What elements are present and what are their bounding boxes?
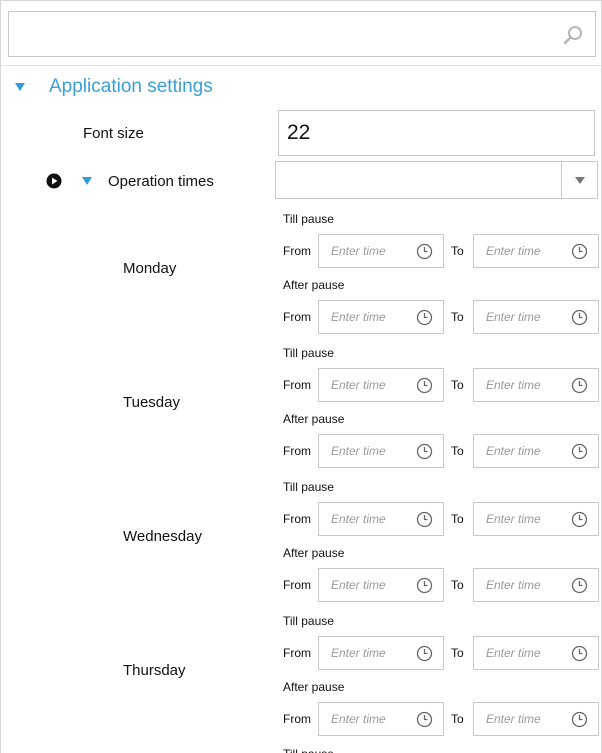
to-label: To [451,712,464,726]
clock-icon[interactable] [416,443,433,460]
operation-times-row: Operation times [46,169,214,193]
from-label: From [283,712,311,726]
till-pause-label: Till pause [283,346,334,360]
till-pause-label: Till pause [283,614,334,628]
time-placeholder: Enter time [331,646,386,660]
clock-icon[interactable] [416,511,433,528]
time-placeholder: Enter time [486,244,541,258]
from-label: From [283,310,311,324]
to-label: To [451,310,464,324]
clock-icon[interactable] [571,443,588,460]
time-input-tuesday-till-to[interactable]: Enter time [473,368,599,402]
time-placeholder: Enter time [331,712,386,726]
from-label: From [283,244,311,258]
till-pause-label: Till pause [283,212,334,226]
clock-icon[interactable] [416,309,433,326]
time-placeholder: Enter time [486,444,541,458]
font-size-input[interactable]: 22 [278,110,595,156]
clock-icon[interactable] [571,711,588,728]
till-pause-label: Till pause [283,747,334,753]
till-pause-label: Till pause [283,480,334,494]
time-input-thursday-after-from[interactable]: Enter time [318,702,444,736]
clock-icon[interactable] [416,243,433,260]
clock-icon[interactable] [571,377,588,394]
time-input-thursday-till-from[interactable]: Enter time [318,636,444,670]
settings-panel: Application settings Font size 22 Operat… [0,0,602,753]
after-pause-label: After pause [283,412,345,426]
from-label: From [283,444,311,458]
time-placeholder: Enter time [331,444,386,458]
time-input-thursday-after-to[interactable]: Enter time [473,702,599,736]
divider [1,65,601,66]
after-pause-label: After pause [283,546,345,560]
clock-icon[interactable] [416,645,433,662]
day-label-tuesday: Tuesday [123,394,180,411]
dropdown-arrow[interactable] [561,162,597,198]
chevron-down-icon [574,176,585,184]
from-label: From [283,646,311,660]
time-placeholder: Enter time [486,578,541,592]
time-placeholder: Enter time [486,512,541,526]
after-pause-label: After pause [283,278,345,292]
to-label: To [451,378,464,392]
clock-icon[interactable] [571,645,588,662]
clock-icon[interactable] [416,377,433,394]
time-input-monday-after-to[interactable]: Enter time [473,300,599,334]
section-header-application-settings[interactable]: Application settings [15,73,213,101]
from-label: From [283,512,311,526]
expand-triangle-icon[interactable] [82,177,92,185]
clock-icon[interactable] [416,711,433,728]
to-label: To [451,444,464,458]
to-label: To [451,244,464,258]
search-box[interactable] [8,11,596,57]
collapse-triangle-icon[interactable] [15,83,25,91]
font-size-label: Font size [83,125,144,142]
search-icon[interactable] [563,25,583,45]
clock-icon[interactable] [571,309,588,326]
time-input-wednesday-till-to[interactable]: Enter time [473,502,599,536]
time-placeholder: Enter time [331,378,386,392]
time-placeholder: Enter time [486,310,541,324]
time-placeholder: Enter time [331,578,386,592]
time-placeholder: Enter time [486,378,541,392]
after-pause-label: After pause [283,680,345,694]
time-placeholder: Enter time [331,310,386,324]
to-label: To [451,578,464,592]
section-title: Application settings [49,76,213,97]
clock-icon[interactable] [571,577,588,594]
time-placeholder: Enter time [486,646,541,660]
day-label-monday: Monday [123,260,177,277]
time-input-monday-after-from[interactable]: Enter time [318,300,444,334]
time-input-monday-till-to[interactable]: Enter time [473,234,599,268]
time-input-monday-till-from[interactable]: Enter time [318,234,444,268]
operation-times-label: Operation times [108,172,214,190]
day-label-thursday: Thursday [123,662,186,679]
clock-icon[interactable] [571,243,588,260]
time-input-wednesday-after-to[interactable]: Enter time [473,568,599,602]
time-placeholder: Enter time [331,244,386,258]
day-label-wednesday: Wednesday [123,528,202,545]
play-icon[interactable] [46,173,62,189]
time-placeholder: Enter time [331,512,386,526]
time-input-tuesday-after-from[interactable]: Enter time [318,434,444,468]
search-input[interactable] [9,12,549,56]
operation-times-select[interactable] [275,161,598,199]
from-label: From [283,378,311,392]
clock-icon[interactable] [571,511,588,528]
clock-icon[interactable] [416,577,433,594]
to-label: To [451,512,464,526]
time-input-tuesday-after-to[interactable]: Enter time [473,434,599,468]
from-label: From [283,578,311,592]
to-label: To [451,646,464,660]
time-input-tuesday-till-from[interactable]: Enter time [318,368,444,402]
time-input-wednesday-till-from[interactable]: Enter time [318,502,444,536]
time-input-thursday-till-to[interactable]: Enter time [473,636,599,670]
time-placeholder: Enter time [486,712,541,726]
time-input-wednesday-after-from[interactable]: Enter time [318,568,444,602]
